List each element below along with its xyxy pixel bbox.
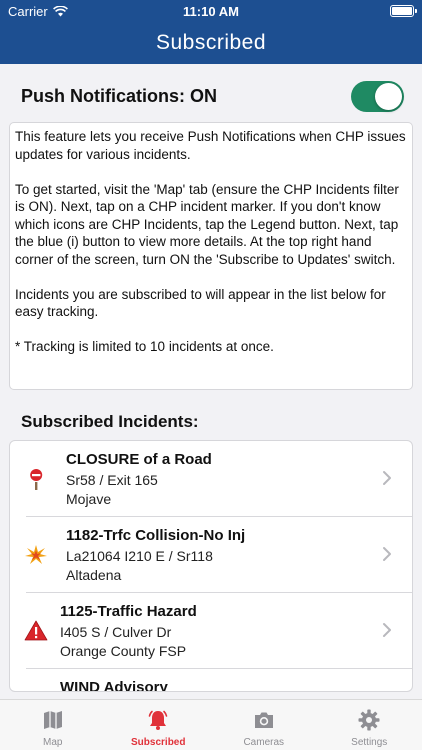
hazard-warning-icon [24,620,48,641]
incident-title: 1125-Traffic Hazard [60,603,197,620]
info-paragraph: To get started, visit the 'Map' tab (ens… [15,181,399,267]
subscribed-incidents-header: Subscribed Incidents: [21,412,199,431]
incident-row[interactable]: 1125-Traffic Hazard I405 S / Culver Dr O… [10,593,412,669]
push-notifications-toggle[interactable] [351,81,404,112]
road-closure-icon [29,468,44,490]
tab-subscribed[interactable]: Subscribed [106,700,212,750]
chevron-right-icon [383,471,391,485]
tab-label: Cameras [243,737,285,748]
page-title: Subscribed [155,31,267,54]
incident-location: La21064 I210 E / Sr118 [66,548,213,564]
chevron-right-icon [383,623,391,637]
incident-area: Orange County FSP [60,643,187,659]
battery-icon [390,5,417,17]
info-text-box: This feature lets you receive Push Notif… [9,122,413,390]
tab-label: Subscribed [131,737,186,748]
incident-area: Altadena [66,567,122,583]
incident-area: Mojave [66,491,112,507]
tab-cameras[interactable]: Cameras [211,700,317,750]
info-paragraph: Incidents you are subscribed to will app… [15,286,386,320]
incident-row[interactable]: 1182-Trfc Collision-No Inj La21064 I210 … [10,517,412,593]
incident-location: Sr58 / Exit 165 [66,472,158,488]
push-notifications-row: Push Notifications: ON [0,64,422,124]
status-time: 11:10 AM [183,4,239,19]
incident-location: I405 S / Culver Dr [60,624,172,640]
status-bar: Carrier 11:10 AM [0,0,422,22]
push-notifications-label: Push Notifications: ON [21,86,218,106]
incident-title: WIND Advisory [60,679,168,692]
incident-title: 1182-Trfc Collision-No Inj [66,527,246,544]
gear-icon [358,709,380,731]
tab-bar: Map Subscribed Cameras Settings [0,699,422,750]
tab-label: Map [43,737,63,748]
bell-icon [148,710,168,730]
toggle-knob [375,83,402,110]
camera-icon [254,712,273,728]
incident-title: CLOSURE of a Road [66,451,212,468]
tab-settings[interactable]: Settings [317,700,422,750]
incident-row[interactable]: CLOSURE of a Road Sr58 / Exit 165 Mojave [10,441,412,517]
info-paragraph: This feature lets you receive Push Notif… [15,129,406,162]
incident-row[interactable]: WIND Advisory [10,669,412,692]
navigation-bar: Subscribed [0,22,422,64]
chevron-right-icon [383,547,391,561]
incident-list: CLOSURE of a Road Sr58 / Exit 165 Mojave… [9,440,413,692]
tab-map[interactable]: Map [0,700,106,750]
map-icon [43,711,62,729]
info-paragraph: * Tracking is limited to 10 incidents at… [15,339,274,354]
tab-label: Settings [351,737,388,748]
collision-icon [25,545,47,564]
